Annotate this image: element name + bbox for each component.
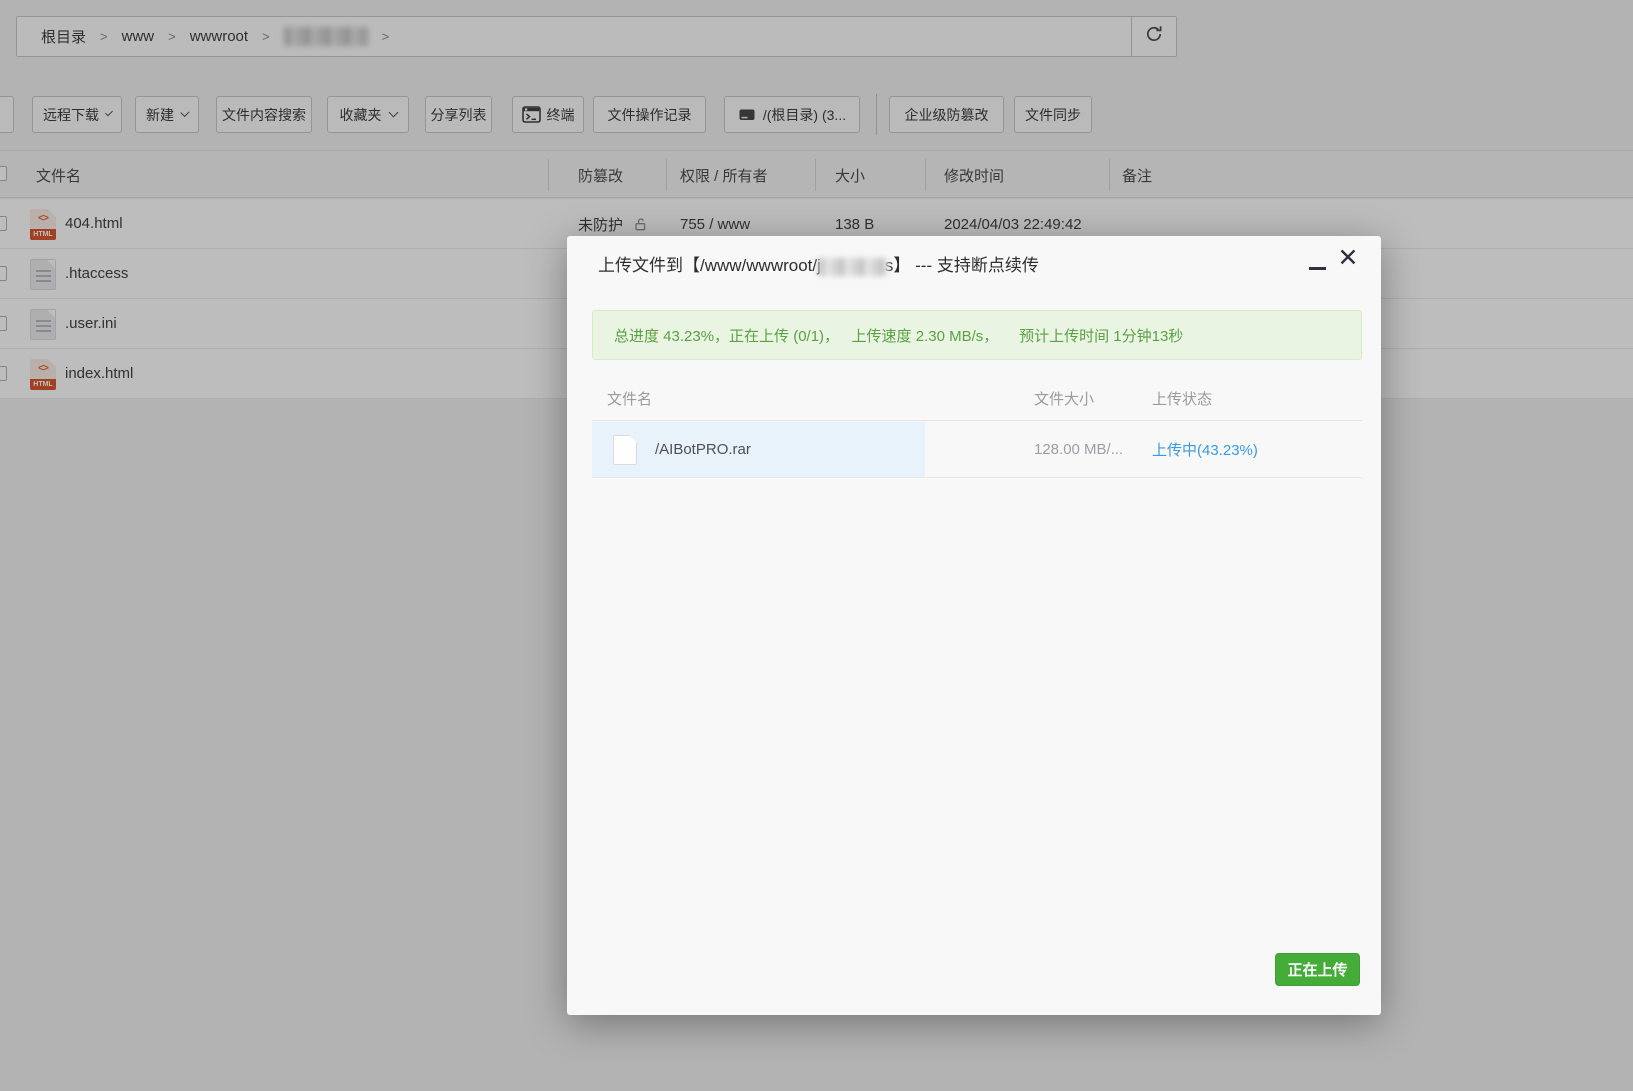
minimize-icon	[1308, 267, 1326, 270]
upload-column-filesize: 文件大小	[1034, 391, 1095, 408]
uploading-button[interactable]: 正在上传	[1275, 953, 1360, 986]
upload-table-header: 文件名 文件大小 上传状态	[592, 376, 1362, 421]
upload-row-progress	[592, 422, 925, 477]
dialog-title-prefix: 上传文件到【/www/wwwroot/j	[598, 256, 821, 275]
minimize-button[interactable]	[1304, 250, 1330, 272]
upload-status-link[interactable]: 上传中(43.23%)	[1152, 422, 1258, 477]
upload-column-status: 上传状态	[1152, 391, 1213, 408]
upload-dialog: 上传文件到【/www/wwwroot/j s】 --- 支持断点续传 ✕ 总进度 …	[567, 236, 1381, 1015]
upload-file-name: /AIBotPRO.rar	[655, 441, 751, 458]
close-button[interactable]: ✕	[1332, 240, 1364, 276]
screen: 根目录 > www > wwwroot > > 上传 远程下载	[0, 0, 1633, 1091]
close-icon: ✕	[1337, 244, 1359, 272]
blank-file-icon	[613, 435, 637, 465]
upload-row[interactable]: /AIBotPRO.rar 128.00 MB/... 上传中(43.23%)	[592, 422, 1362, 478]
dialog-title-redacted	[817, 257, 888, 276]
dialog-title-suffix: s】 --- 支持断点续传	[884, 256, 1039, 275]
upload-progress-banner: 总进度 43.23%，正在上传 (0/1)， 上传速度 2.30 MB/s， 预…	[592, 310, 1362, 360]
dialog-title: 上传文件到【/www/wwwroot/j s】 --- 支持断点续传	[598, 251, 1039, 276]
upload-column-filename: 文件名	[607, 391, 653, 408]
upload-file-size: 128.00 MB/...	[1034, 441, 1124, 458]
